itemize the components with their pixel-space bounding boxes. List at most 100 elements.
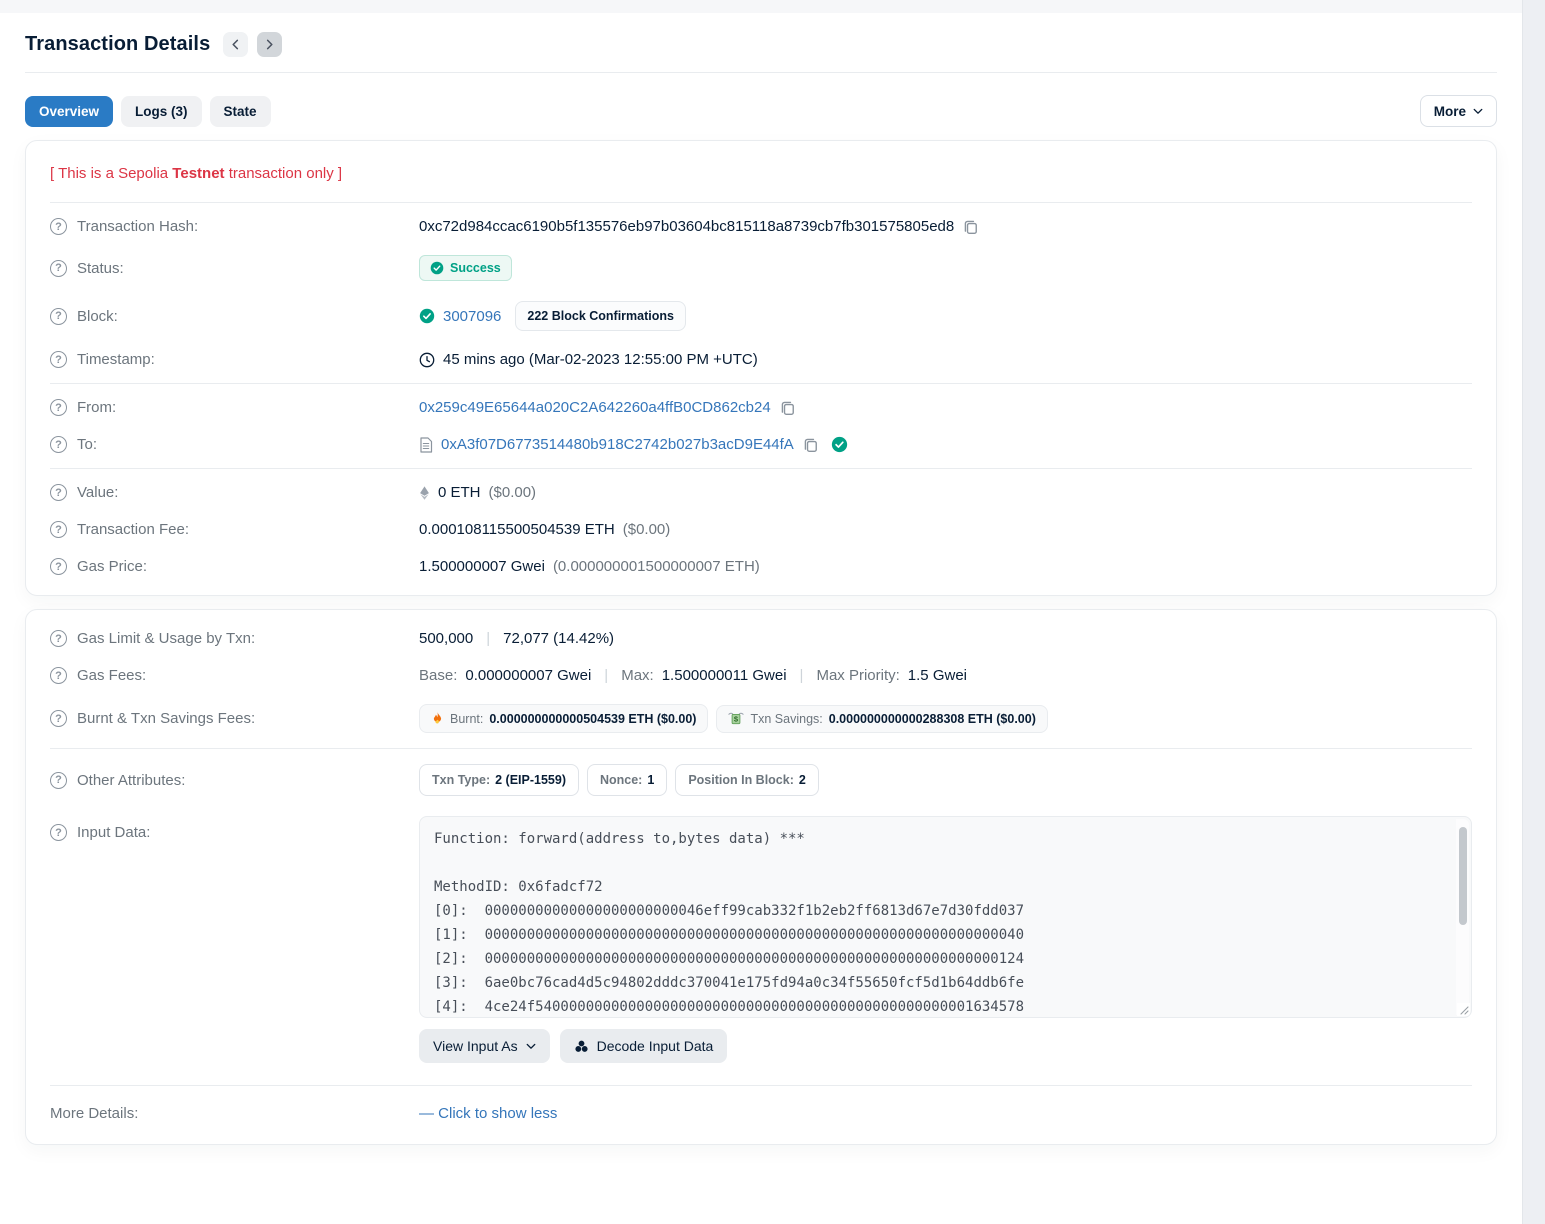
- max-fee-value: 1.500000011 Gwei: [662, 667, 787, 684]
- help-icon[interactable]: ?: [50, 218, 67, 235]
- row-transaction-hash: ? Transaction Hash: 0xc72d984ccac6190b5f…: [50, 208, 1472, 245]
- transaction-fee-label: Transaction Fee:: [77, 521, 189, 538]
- input-data-line: [0]: 00000000000000000000000046eff99cab3…: [434, 899, 1443, 923]
- tab-state[interactable]: State: [210, 96, 271, 127]
- chevron-down-icon: [526, 1043, 536, 1050]
- transaction-fee-amount: 0.000108115500504539 ETH: [419, 521, 615, 538]
- help-icon[interactable]: ?: [50, 260, 67, 277]
- input-data-line: [2]: 00000000000000000000000000000000000…: [434, 947, 1443, 971]
- row-timestamp: ? Timestamp: 45 mins ago (Mar-02-2023 12…: [50, 341, 1472, 378]
- row-gas-fees: ? Gas Fees: Base: 0.000000007 Gwei | Max…: [50, 657, 1472, 694]
- help-icon[interactable]: ?: [50, 824, 67, 841]
- value-usd: ($0.00): [489, 484, 537, 501]
- testnet-warning-prefix: [ This is a Sepolia: [50, 165, 172, 182]
- main-content: Transaction Details Overview Logs (3) St…: [0, 13, 1522, 1224]
- block-number-link[interactable]: 3007096: [443, 308, 501, 325]
- check-circle-icon: [419, 308, 435, 324]
- input-data-line: [1]: 00000000000000000000000000000000000…: [434, 923, 1443, 947]
- gas-limit-label: Gas Limit & Usage by Txn:: [77, 630, 255, 647]
- gas-limit-value: 500,000: [419, 630, 473, 647]
- status-label: Status:: [77, 260, 124, 277]
- separator: |: [481, 630, 495, 647]
- input-data-line: [434, 851, 1443, 875]
- help-icon[interactable]: ?: [50, 772, 67, 789]
- row-transaction-fee: ? Transaction Fee: 0.000108115500504539 …: [50, 511, 1472, 548]
- burnt-fee-badge: Burnt: 0.000000000000504539 ETH ($0.00): [419, 704, 708, 733]
- help-icon[interactable]: ?: [50, 558, 67, 575]
- tab-logs[interactable]: Logs (3): [121, 96, 202, 127]
- help-icon[interactable]: ?: [50, 667, 67, 684]
- from-label: From:: [77, 399, 116, 416]
- copy-icon[interactable]: [962, 218, 979, 235]
- divider: [50, 383, 1472, 384]
- resize-grip[interactable]: [1457, 1003, 1470, 1016]
- show-less-toggle-link[interactable]: — Click to show less: [419, 1105, 557, 1122]
- input-data-label: Input Data:: [77, 824, 150, 841]
- gas-price-label: Gas Price:: [77, 558, 147, 575]
- transaction-hash-label: Transaction Hash:: [77, 218, 198, 235]
- status-badge-label: Success: [450, 261, 501, 275]
- position-in-block-label: Position In Block:: [688, 773, 794, 787]
- decode-icon: [574, 1039, 589, 1054]
- burnt-savings-label: Burnt & Txn Savings Fees:: [77, 710, 255, 727]
- to-label: To:: [77, 436, 97, 453]
- textarea-scrollbar[interactable]: [1456, 819, 1469, 1015]
- decode-input-data-button[interactable]: Decode Input Data: [560, 1029, 728, 1063]
- transaction-hash-value: 0xc72d984ccac6190b5f135576eb97b03604bc81…: [419, 218, 954, 235]
- previous-transaction-button[interactable]: [223, 32, 248, 57]
- copy-icon[interactable]: [802, 436, 819, 453]
- chevron-left-icon: [230, 39, 241, 50]
- tab-overview[interactable]: Overview: [25, 96, 113, 127]
- timestamp-value: 45 mins ago (Mar-02-2023 12:55:00 PM +UT…: [443, 351, 758, 368]
- input-data-line: MethodID: 0x6fadcf72: [434, 875, 1443, 899]
- nonce-badge: Nonce: 1: [587, 764, 667, 796]
- row-burnt-savings: ? Burnt & Txn Savings Fees: Burnt: 0.000…: [50, 694, 1472, 743]
- position-in-block-badge: Position In Block: 2: [675, 764, 819, 796]
- gas-price-amount: 1.500000007 Gwei: [419, 558, 545, 575]
- more-button[interactable]: More: [1420, 95, 1497, 127]
- block-label: Block:: [77, 308, 118, 325]
- money-wings-icon: $: [728, 712, 744, 725]
- textarea-scrollbar-thumb[interactable]: [1459, 827, 1467, 925]
- input-data-line: Function: forward(address to,bytes data)…: [434, 827, 1443, 851]
- help-icon[interactable]: ?: [50, 351, 67, 368]
- help-icon[interactable]: ?: [50, 308, 67, 325]
- txn-savings-label: Txn Savings:: [750, 712, 822, 726]
- help-icon[interactable]: ?: [50, 436, 67, 453]
- divider: [50, 1085, 1472, 1086]
- to-address-link[interactable]: 0xA3f07D6773514480b918C2742b027b3acD9E44…: [441, 436, 794, 453]
- input-data-line: [4]: 4ce24f54000000000000000000000000000…: [434, 995, 1443, 1018]
- position-in-block-value: 2: [799, 773, 806, 787]
- overview-card: [ This is a Sepolia Testnet transaction …: [25, 140, 1497, 596]
- row-from: ? From: 0x259c49E65644a020C2A642260a4ffB…: [50, 389, 1472, 426]
- decode-input-data-label: Decode Input Data: [597, 1038, 714, 1054]
- chevron-right-icon: [264, 39, 275, 50]
- divider: [50, 468, 1472, 469]
- input-data-line: [3]: 6ae0bc76cad4d5c94802dddc370041e175f…: [434, 971, 1443, 995]
- row-block: ? Block: 3007096 222 Block Confirmations: [50, 291, 1472, 341]
- view-input-as-label: View Input As: [433, 1038, 518, 1054]
- page-scrollbar[interactable]: [1522, 0, 1545, 1224]
- help-icon[interactable]: ?: [50, 630, 67, 647]
- from-address-link[interactable]: 0x259c49E65644a020C2A642260a4ffB0CD862cb…: [419, 399, 771, 416]
- gas-price-eth: (0.000000001500000007 ETH): [553, 558, 760, 575]
- input-data-textarea[interactable]: Function: forward(address to,bytes data)…: [419, 816, 1472, 1018]
- help-icon[interactable]: ?: [50, 399, 67, 416]
- burnt-label: Burnt:: [450, 712, 483, 726]
- help-icon[interactable]: ?: [50, 710, 67, 727]
- view-input-as-button[interactable]: View Input As: [419, 1029, 550, 1063]
- timestamp-label: Timestamp:: [77, 351, 155, 368]
- check-circle-icon: [430, 261, 444, 275]
- txn-type-badge: Txn Type: 2 (EIP-1559): [419, 764, 579, 796]
- copy-icon[interactable]: [779, 399, 796, 416]
- verified-check-circle-icon: [831, 436, 848, 453]
- help-icon[interactable]: ?: [50, 521, 67, 538]
- max-fee-label: Max:: [621, 667, 654, 684]
- next-transaction-button[interactable]: [257, 32, 282, 57]
- other-attributes-label: Other Attributes:: [77, 772, 185, 789]
- separator: |: [599, 667, 613, 684]
- nonce-label: Nonce:: [600, 773, 642, 787]
- flame-icon: [431, 711, 444, 726]
- row-more-details: More Details: — Click to show less: [50, 1091, 1472, 1134]
- help-icon[interactable]: ?: [50, 484, 67, 501]
